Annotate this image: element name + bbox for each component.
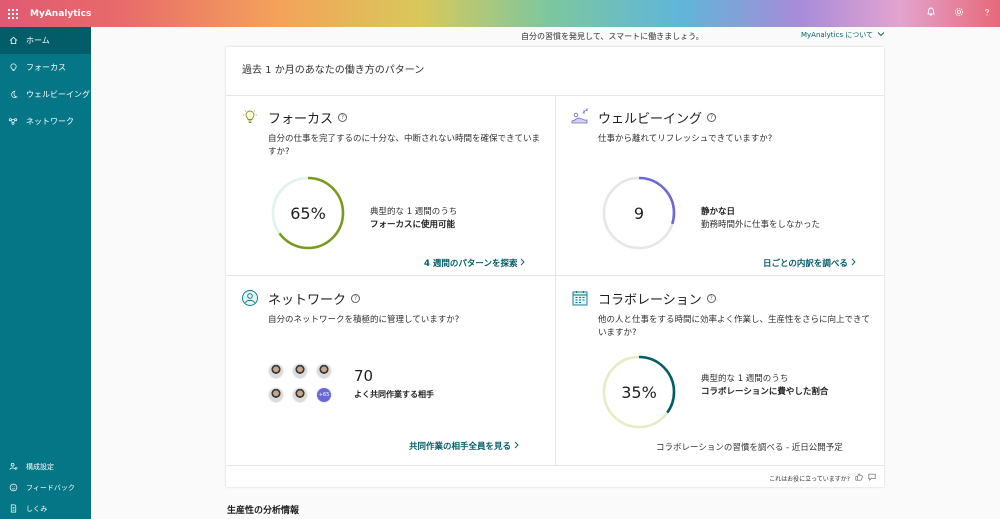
main-content: 自分の習慣を発見して、スマートに働きましょう。 MyAnalytics について… xyxy=(91,27,1000,519)
sidebar-item-label: しくみ xyxy=(26,504,48,513)
settings-person-icon xyxy=(8,462,18,472)
sidebar-item-label: 構成設定 xyxy=(26,462,54,471)
chevron-right-icon xyxy=(851,258,856,269)
wellbeing-value: 9 xyxy=(633,203,645,223)
network-value: 70 xyxy=(354,367,374,385)
network-icon xyxy=(8,117,18,127)
sidebar-item-focus[interactable]: フォーカス xyxy=(0,54,91,81)
chevron-right-icon xyxy=(520,258,526,269)
network-question: 自分のネットワークを積極的に管理していますか? xyxy=(268,315,460,325)
wellbeing-main: 静かな日 xyxy=(701,207,736,217)
wellbeing-progress-ring: 9 xyxy=(601,175,677,251)
avatar[interactable] xyxy=(292,387,308,403)
sidebar-item-label: ウェルビーイング xyxy=(26,90,90,99)
work-patterns-panel: 過去 1 か月のあなたの働き方のパターン フォーカス ? 自分の仕事を完了するの… xyxy=(226,47,884,487)
network-title: ネットワーク xyxy=(268,292,347,308)
sidebar: ホーム フォーカス ウェルビーイング ネットワーク 構成設定 フィードバック し… xyxy=(0,27,91,519)
network-main: よく共同作業する相手 xyxy=(354,390,434,399)
avatar[interactable] xyxy=(268,387,284,403)
app-title[interactable]: MyAnalytics xyxy=(30,9,91,19)
sidebar-item-home[interactable]: ホーム xyxy=(0,27,91,54)
tagline: 自分の習慣を発見して、スマートに働きましょう。 xyxy=(521,32,704,41)
network-see-all-link[interactable]: 共同作業の相手全員を見る xyxy=(409,440,519,452)
focus-card: フォーカス ? 自分の仕事を完了するのに十分な、中断されない時間を確保できていま… xyxy=(226,95,554,275)
avatar[interactable] xyxy=(292,363,308,379)
relax-icon xyxy=(570,107,590,127)
collaboration-main: コラボレーションに費やした割合 xyxy=(701,387,829,397)
focus-main: フォーカスに使用可能 xyxy=(370,220,456,230)
collaboration-value: 35% xyxy=(621,382,657,402)
collaboration-title: コラボレーション xyxy=(598,292,702,308)
thumbs-up-icon[interactable] xyxy=(855,473,863,483)
sidebar-item-label: ネットワーク xyxy=(26,117,74,126)
lightbulb-icon xyxy=(8,63,18,73)
wellbeing-daily-link[interactable]: 日ごとの内訳を調べる xyxy=(763,257,856,269)
app-launcher-icon[interactable] xyxy=(0,0,26,27)
calendar-icon xyxy=(570,288,590,308)
avatar[interactable] xyxy=(316,363,332,379)
wellbeing-sub: 勤務時間外に仕事をしなかった xyxy=(701,220,821,230)
info-icon[interactable]: ? xyxy=(351,293,361,303)
wellbeing-card: ウェルビーイング ? 仕事から離れてリフレッシュできていますか? 9 静かな日 … xyxy=(556,95,884,275)
sidebar-item-feedback[interactable]: フィードバック xyxy=(0,477,91,498)
info-icon[interactable]: ? xyxy=(707,112,717,122)
avatar[interactable] xyxy=(268,363,284,379)
focus-title: フォーカス xyxy=(268,111,334,127)
focus-value: 65% xyxy=(290,203,326,223)
divider xyxy=(226,465,884,466)
help-icon[interactable] xyxy=(980,7,994,21)
feedback-icon xyxy=(8,483,18,493)
focus-question: 自分の仕事を完了するのに十分な、中断されない時間を確保できていますか? xyxy=(268,134,541,157)
focus-sub: 典型的な 1 週間のうち xyxy=(370,207,458,217)
sidebar-item-wellbeing[interactable]: ウェルビーイング xyxy=(0,81,91,108)
info-icon[interactable]: ? xyxy=(706,293,716,303)
document-icon xyxy=(8,504,18,514)
collaboration-coming-soon: コラボレーションの習慣を調べる - 近日公開予定 xyxy=(656,443,843,453)
sidebar-item-settings[interactable]: 構成設定 xyxy=(0,456,91,477)
info-icon[interactable]: ? xyxy=(338,112,348,122)
network-icon xyxy=(240,288,260,308)
home-icon xyxy=(8,36,18,46)
feedback-row: これはお役に立っていますか? xyxy=(769,473,876,483)
more-collaborators-badge[interactable]: +65 xyxy=(316,387,332,403)
collaboration-sub: 典型的な 1 週間のうち xyxy=(701,374,789,384)
wellbeing-link-label: 日ごとの内訳を調べる xyxy=(763,259,848,269)
focus-link-label: 4 週間のパターンを探索 xyxy=(424,259,518,269)
sidebar-item-network[interactable]: ネットワーク xyxy=(0,108,91,135)
sidebar-item-label: フィードバック xyxy=(26,483,75,492)
focus-progress-ring: 65% xyxy=(270,175,346,251)
collaboration-card: コラボレーション ? 他の人と仕事をする時間に効率よく作業し、生産性をさらに向上… xyxy=(556,276,884,465)
top-bar: MyAnalytics xyxy=(0,0,1000,27)
sidebar-item-how-it-works[interactable]: しくみ xyxy=(0,498,91,519)
collaboration-progress-ring: 35% xyxy=(601,354,677,430)
wellbeing-title: ウェルビーイング xyxy=(598,111,703,127)
about-myanalytics-link[interactable]: MyAnalytics について xyxy=(801,30,885,40)
collaborator-avatars: +65 xyxy=(268,363,332,403)
wellbeing-question: 仕事から離れてリフレッシュできていますか? xyxy=(598,134,773,144)
comment-icon[interactable] xyxy=(868,473,876,483)
sidebar-item-label: フォーカス xyxy=(26,63,66,72)
chevron-right-icon xyxy=(514,441,519,452)
feedback-question: これはお役に立っていますか? xyxy=(769,475,850,483)
gear-icon[interactable] xyxy=(952,7,966,21)
collaboration-question: 他の人と仕事をする時間に効率よく作業し、生産性をさらに向上できていますか? xyxy=(598,315,871,338)
chevron-down-icon xyxy=(877,31,885,39)
moon-icon xyxy=(8,90,18,100)
focus-explore-link[interactable]: 4 週間のパターンを探索 xyxy=(424,257,526,269)
network-card: ネットワーク ? 自分のネットワークを積極的に管理していますか? +65 70 … xyxy=(226,276,554,465)
lightbulb-icon xyxy=(240,107,260,127)
network-link-label: 共同作業の相手全員を見る xyxy=(409,442,512,452)
bell-icon[interactable] xyxy=(924,7,938,21)
panel-title: 過去 1 か月のあなたの働き方のパターン xyxy=(242,65,425,76)
about-link-label: MyAnalytics について xyxy=(801,31,873,39)
sidebar-item-label: ホーム xyxy=(26,36,50,45)
productivity-insights-heading: 生産性の分析情報 xyxy=(227,506,300,516)
